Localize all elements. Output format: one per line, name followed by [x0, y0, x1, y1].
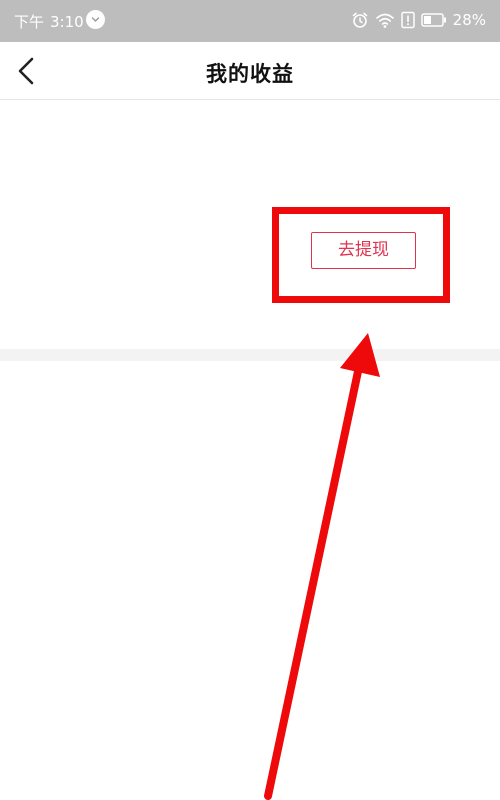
status-period: 下午: [14, 13, 45, 31]
withdraw-button[interactable]: 去提现: [311, 232, 416, 269]
battery-icon: [420, 13, 447, 27]
alarm-icon: [351, 11, 369, 29]
arrow-shaft: [264, 358, 364, 800]
clock-icon: [86, 10, 105, 29]
status-icons: 28%: [351, 9, 486, 31]
section-divider: [0, 349, 500, 361]
page-title: 我的收益: [206, 62, 294, 86]
earnings-section: [0, 100, 500, 349]
wifi-icon: [375, 11, 395, 29]
battery-percent: 28%: [452, 11, 486, 29]
status-time: 下午 3:10: [14, 11, 84, 32]
nav-bar: 我的收益: [0, 42, 500, 100]
status-bar: 下午 3:10 28%: [0, 0, 500, 42]
alert-icon: [400, 11, 415, 29]
status-clock-time: 3:10: [50, 13, 84, 31]
